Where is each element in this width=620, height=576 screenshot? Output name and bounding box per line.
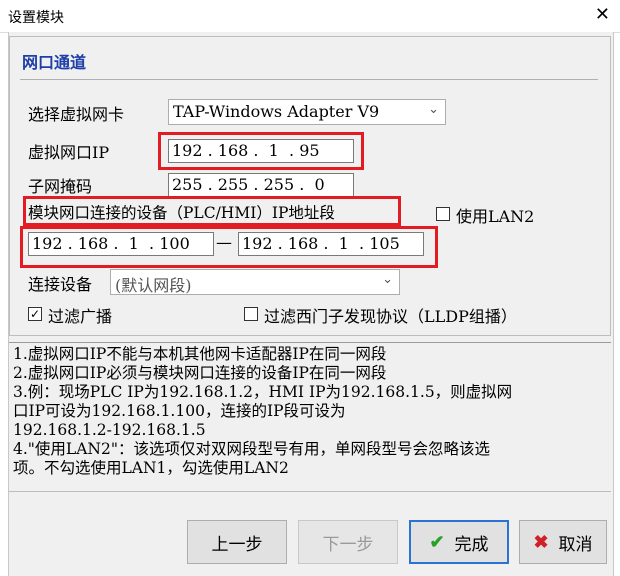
title-bar: 设置模块 ✕ [0,0,620,33]
virtual-ip-label: 虚拟网口IP [28,143,110,162]
connect-device-value: (默认网段) [115,276,192,295]
prev-button-label: 上一步 [211,534,263,555]
finish-button-label: 完成 [454,534,489,555]
note-line: 4."使用LAN2"：该选项仅对双网段型号有用，单网段型号会忽略该选 [13,440,490,458]
connect-device-label: 连接设备 [28,275,93,294]
virtual-ip-input[interactable]: 192 . 168 . 1 . 95 [168,139,354,163]
adapter-select[interactable]: TAP-Windows Adapter V9 ⌄ [168,99,446,125]
filter-broadcast-label: 过滤广播 [48,307,113,326]
close-icon[interactable]: ✕ [595,4,610,26]
button-bar: 上一步 下一步 ✔ 完成 ✖ 取消 [9,500,611,574]
note-line: 2.虚拟网口IP必须与模块网口连接的设备IP在同一网段 [13,364,387,382]
device-ip-label: 模块网口连接的设备（PLC/HMI）IP地址段 [28,204,335,222]
finish-button[interactable]: ✔ 完成 [409,520,509,564]
note-line: 口IP可设为192.168.1.100，连接的IP段可设为 [13,402,346,420]
device-ip-end-input[interactable]: 192 . 168 . 1 . 105 [238,232,424,256]
subnet-label: 子网掩码 [28,177,93,196]
adapter-select-value: TAP-Windows Adapter V9 [173,102,380,121]
prev-button[interactable]: 上一步 [187,520,287,564]
note-line: 项。不勾选使用LAN1，勾选使用LAN2 [13,459,289,477]
filter-siemens-label: 过滤西门子发现协议（LLDP组播） [264,307,517,326]
subnet-input[interactable]: 255 . 255 . 255 . 0 [168,173,354,197]
section-title: 网口通道 [22,53,87,72]
note-line: 192.168.1.2-192.168.1.5 [13,421,206,439]
cancel-button[interactable]: ✖ 取消 [519,520,607,564]
cancel-icon: ✖ [533,531,549,553]
use-lan2-label: 使用LAN2 [456,207,535,226]
cancel-button-label: 取消 [558,534,593,555]
check-icon: ✔ [429,531,445,553]
note-line: 3.例：现场PLC IP为192.168.1.2，HMI IP为192.168.… [13,383,513,401]
next-button[interactable]: 下一步 [298,520,398,564]
notes-text: 1.虚拟网口IP不能与本机其他网卡适配器IP在同一网段 2.虚拟网口IP必须与模… [9,342,611,492]
filter-siemens-checkbox[interactable] [244,307,258,321]
device-ip-start-input[interactable]: 192 . 168 . 1 . 100 [28,232,214,256]
chevron-down-icon: ⌄ [382,272,393,287]
connect-device-select[interactable]: (默认网段) ⌄ [110,269,400,295]
use-lan2-checkbox[interactable] [436,207,450,221]
adapter-label: 选择虚拟网卡 [28,105,125,124]
network-port-panel: 网口通道 选择虚拟网卡 TAP-Windows Adapter V9 ⌄ 虚拟网… [9,36,611,336]
dialog-body: 网口通道 选择虚拟网卡 TAP-Windows Adapter V9 ⌄ 虚拟网… [8,32,614,576]
next-button-label: 下一步 [322,534,374,555]
chevron-down-icon: ⌄ [428,102,439,117]
note-line: 1.虚拟网口IP不能与本机其他网卡适配器IP在同一网段 [13,345,387,363]
section-divider [20,79,598,80]
range-separator: — [216,233,232,252]
window-title: 设置模块 [8,10,64,26]
filter-broadcast-checkbox[interactable]: ✓ [28,307,42,321]
